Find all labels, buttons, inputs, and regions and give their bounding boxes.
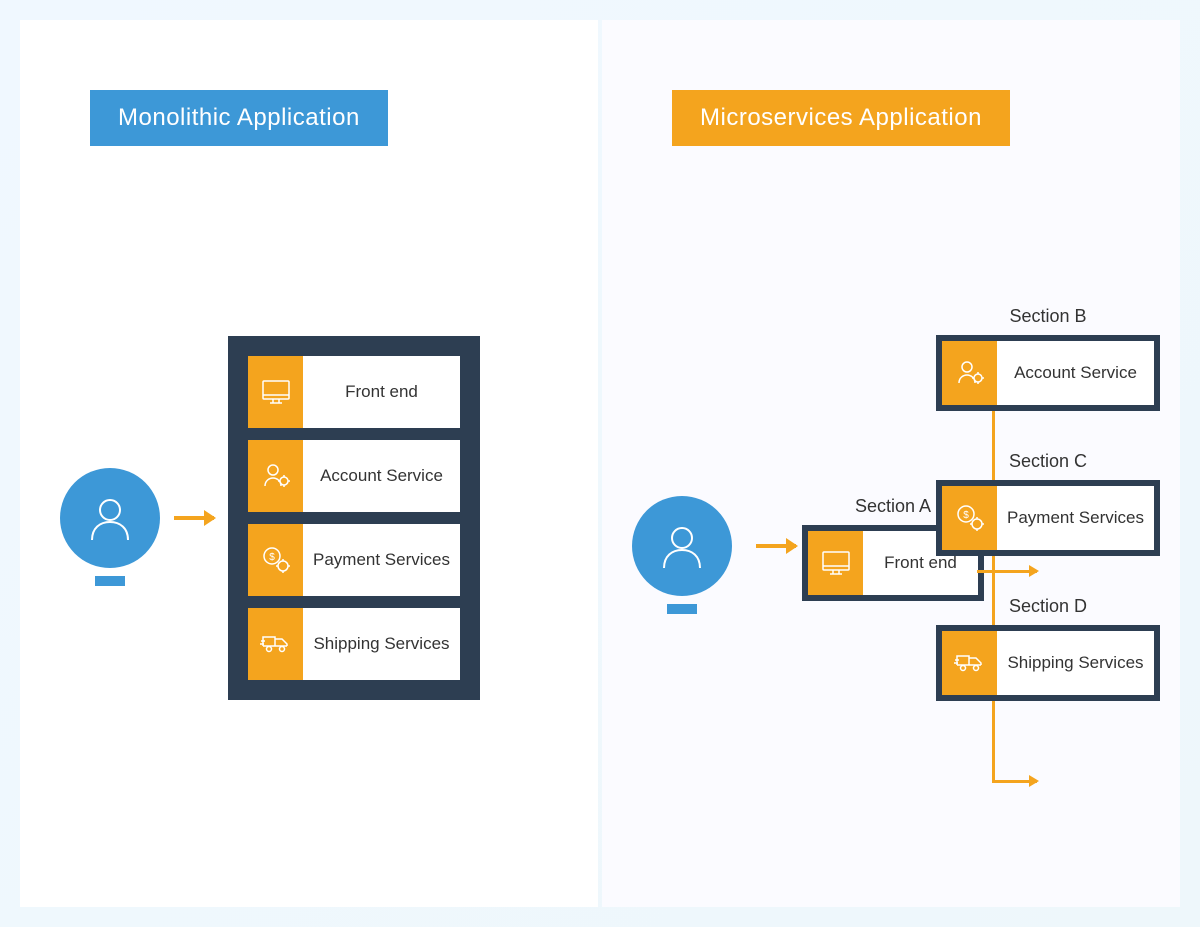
- service-label: Shipping Services: [997, 631, 1154, 695]
- service-label: Shipping Services: [303, 608, 460, 680]
- microservices-column: Section B Account Service Section C Paym…: [936, 306, 1160, 701]
- monitor-icon: [248, 356, 303, 428]
- section-d-wrap: Section D Shipping Services: [936, 596, 1160, 701]
- service-payment: Payment Services: [942, 486, 1154, 550]
- service-label: Account Service: [997, 341, 1154, 405]
- money-gear-icon: [942, 486, 997, 550]
- service-label: Front end: [303, 356, 460, 428]
- user-icon: [632, 496, 732, 596]
- section-b-box: Account Service: [936, 335, 1160, 411]
- monolithic-panel: Monolithic Application Front end Account…: [20, 20, 598, 907]
- microservices-area: Section A Front end Section B: [622, 296, 1160, 836]
- section-b-label: Section B: [936, 306, 1160, 327]
- service-label: Payment Services: [997, 486, 1154, 550]
- monolithic-row: Front end Account Service Payment Servic…: [60, 336, 578, 700]
- monitor-icon: [808, 531, 863, 595]
- user-icon-wrap: [632, 496, 732, 596]
- section-d-label: Section D: [936, 596, 1160, 617]
- section-c-label: Section C: [936, 451, 1160, 472]
- truck-icon: [248, 608, 303, 680]
- user-icon: [60, 468, 160, 568]
- monolithic-app-box: Front end Account Service Payment Servic…: [228, 336, 480, 700]
- flow-arrow-icon: [992, 780, 1037, 783]
- service-frontend: Front end: [248, 356, 460, 428]
- service-payment: Payment Services: [248, 524, 460, 596]
- diagram-container: Monolithic Application Front end Account…: [20, 20, 1180, 907]
- flow-arrow-icon: [174, 516, 214, 520]
- service-label: Account Service: [303, 440, 460, 512]
- service-shipping: Shipping Services: [248, 608, 460, 680]
- service-shipping: Shipping Services: [942, 631, 1154, 695]
- section-c-box: Payment Services: [936, 480, 1160, 556]
- section-c-wrap: Section C Payment Services: [936, 451, 1160, 556]
- microservices-title: Microservices Application: [672, 90, 1010, 146]
- microservices-panel: Microservices Application Section A Fron…: [602, 20, 1180, 907]
- flow-arrow-icon: [756, 544, 796, 548]
- user-gear-icon: [248, 440, 303, 512]
- money-gear-icon: [248, 524, 303, 596]
- user-gear-icon: [942, 341, 997, 405]
- section-b-wrap: Section B Account Service: [936, 306, 1160, 411]
- service-account: Account Service: [942, 341, 1154, 405]
- section-d-box: Shipping Services: [936, 625, 1160, 701]
- service-account: Account Service: [248, 440, 460, 512]
- service-label: Payment Services: [303, 524, 460, 596]
- monolithic-title: Monolithic Application: [90, 90, 388, 146]
- truck-icon: [942, 631, 997, 695]
